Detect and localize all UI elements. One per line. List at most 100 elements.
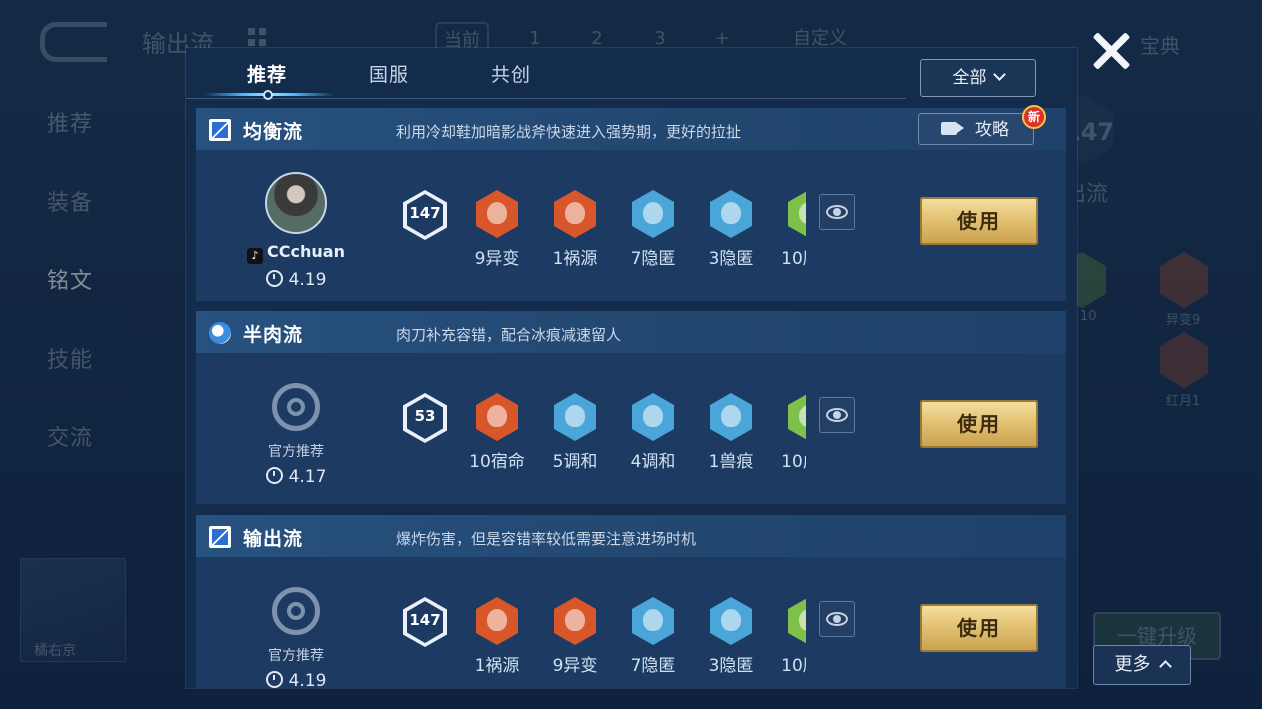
rune-item[interactable]: 10鹰眼 bbox=[770, 595, 806, 675]
rune-icon bbox=[476, 597, 518, 645]
official-recommend-icon bbox=[272, 587, 320, 635]
rune-label: 7隐匿 bbox=[630, 249, 676, 268]
rune-icon bbox=[710, 393, 752, 441]
version-number: 4.19 bbox=[288, 671, 327, 688]
rune-icon bbox=[710, 597, 752, 645]
clock-icon bbox=[265, 270, 283, 287]
rune-list: 10宿命 5调和 4调和 1兽痕 10虚空 bbox=[458, 391, 806, 471]
rune-item[interactable]: 7隐匿 bbox=[614, 595, 692, 675]
card-header: 均衡流 利用冷却鞋加暗影战斧快速进入强势期，更好的拉扯 攻略 新 bbox=[196, 105, 1066, 150]
author-info: 官方推荐 4.17 bbox=[236, 365, 356, 487]
official-recommend-icon bbox=[272, 383, 320, 431]
rune-label: 4调和 bbox=[630, 452, 676, 471]
version-number: 4.19 bbox=[288, 270, 327, 290]
rune-item[interactable]: 3隐匿 bbox=[692, 595, 770, 675]
rune-list: 1祸源 9异变 7隐匿 3隐匿 10鹰眼 bbox=[458, 595, 806, 675]
build-type-icon bbox=[209, 322, 231, 344]
tab-bar: 推荐 国服 共创 bbox=[186, 48, 906, 100]
build-recommend-modal: 推荐 国服 共创 全部 均衡流 利用冷却鞋加暗影战斧快速进入强势期，更好的拉扯 … bbox=[186, 48, 1077, 688]
active-tab-dot bbox=[263, 90, 273, 100]
rune-icon bbox=[788, 597, 806, 645]
version-row: 4.19 bbox=[236, 270, 356, 290]
rune-item[interactable]: 10宿命 bbox=[458, 391, 536, 471]
rune-label: 1兽痕 bbox=[708, 452, 754, 471]
rune-item[interactable]: 9异变 bbox=[458, 188, 536, 268]
rune-icon bbox=[554, 393, 596, 441]
rune-item[interactable]: 1祸源 bbox=[536, 188, 614, 268]
preview-eye-icon[interactable] bbox=[819, 194, 855, 230]
tiktok-icon: ♪ bbox=[247, 248, 264, 264]
preview-eye-icon[interactable] bbox=[819, 601, 855, 637]
card-header: 输出流 爆炸伤害，但是容错率较低需要注意进场时机 bbox=[196, 515, 1066, 557]
tab-co-create[interactable]: 共创 bbox=[491, 60, 531, 87]
filter-dropdown[interactable]: 全部 bbox=[920, 59, 1036, 97]
rune-item[interactable]: 1兽痕 bbox=[692, 391, 770, 471]
rune-icon bbox=[554, 190, 596, 238]
inscription-level: 53 bbox=[414, 407, 436, 425]
rune-item[interactable]: 10虚空 bbox=[770, 391, 806, 471]
clock-icon bbox=[265, 467, 283, 484]
chevron-up-icon bbox=[1158, 660, 1172, 673]
rune-icon bbox=[476, 190, 518, 238]
rune-label: 5调和 bbox=[552, 452, 598, 471]
rune-icon bbox=[788, 393, 806, 441]
build-name: 半肉流 bbox=[243, 324, 304, 346]
use-button[interactable]: 使用 bbox=[920, 197, 1038, 245]
rune-icon bbox=[476, 393, 518, 441]
rune-icon bbox=[632, 190, 674, 238]
official-label: 官方推荐 bbox=[268, 444, 324, 460]
rune-item[interactable]: 7隐匿 bbox=[614, 188, 692, 268]
use-button[interactable]: 使用 bbox=[920, 400, 1038, 448]
rune-label: 3隐匿 bbox=[708, 249, 754, 268]
rune-item[interactable]: 4调和 bbox=[614, 391, 692, 471]
author-info: 官方推荐 4.19 bbox=[236, 569, 356, 688]
version-row: 4.19 bbox=[236, 671, 356, 688]
more-label: 更多 bbox=[1114, 654, 1151, 675]
rune-icon bbox=[554, 597, 596, 645]
rune-label: 1祸源 bbox=[474, 656, 520, 675]
rune-label: 9异变 bbox=[552, 656, 598, 675]
author-info: ♪ CCchuan 4.19 bbox=[236, 162, 356, 290]
more-button[interactable]: 更多 bbox=[1093, 645, 1191, 685]
preview-eye-icon[interactable] bbox=[819, 397, 855, 433]
rune-label: 3隐匿 bbox=[708, 656, 754, 675]
build-card: 输出流 爆炸伤害，但是容错率较低需要注意进场时机 官方推荐 4.19 147 1… bbox=[196, 515, 1066, 688]
version-row: 4.17 bbox=[236, 467, 356, 487]
rune-item[interactable]: 3隐匿 bbox=[692, 188, 770, 268]
rune-label: 10虚空 bbox=[781, 452, 806, 471]
inscription-level: 147 bbox=[409, 611, 441, 629]
rune-icon bbox=[632, 597, 674, 645]
new-badge: 新 bbox=[1022, 105, 1046, 129]
inscription-level: 147 bbox=[409, 204, 441, 222]
rune-icon bbox=[632, 393, 674, 441]
rune-item[interactable]: 5调和 bbox=[536, 391, 614, 471]
tab-national-server[interactable]: 国服 bbox=[369, 60, 409, 87]
close-icon[interactable] bbox=[1090, 30, 1132, 72]
build-name: 输出流 bbox=[243, 528, 304, 550]
rune-label: 1祸源 bbox=[552, 249, 598, 268]
card-header: 半肉流 肉刀补充容错，配合冰痕减速留人 bbox=[196, 311, 1066, 353]
build-description: 肉刀补充容错，配合冰痕减速留人 bbox=[396, 326, 622, 344]
rune-item[interactable]: 1祸源 bbox=[458, 595, 536, 675]
guide-button[interactable]: 攻略 bbox=[918, 113, 1034, 145]
build-name: 均衡流 bbox=[243, 121, 304, 143]
rune-label: 9异变 bbox=[474, 249, 520, 268]
author-name: CCchuan bbox=[267, 242, 345, 261]
version-number: 4.17 bbox=[288, 467, 327, 487]
author-avatar[interactable] bbox=[265, 172, 327, 234]
build-description: 爆炸伤害，但是容错率较低需要注意进场时机 bbox=[396, 530, 697, 548]
rune-icon bbox=[710, 190, 752, 238]
filter-label: 全部 bbox=[952, 68, 987, 88]
rune-icon bbox=[788, 190, 806, 238]
official-label: 官方推荐 bbox=[268, 648, 324, 664]
rune-item[interactable]: 10鹰眼 bbox=[770, 188, 806, 268]
rune-list: 9异变 1祸源 7隐匿 3隐匿 10鹰眼 bbox=[458, 188, 806, 268]
video-icon bbox=[941, 122, 957, 135]
author-name-row: ♪ CCchuan bbox=[236, 242, 356, 264]
build-type-icon bbox=[209, 119, 231, 141]
rune-label: 10宿命 bbox=[469, 452, 525, 471]
rune-item[interactable]: 9异变 bbox=[536, 595, 614, 675]
use-button[interactable]: 使用 bbox=[920, 604, 1038, 652]
tab-recommend[interactable]: 推荐 bbox=[247, 60, 287, 87]
build-card: 均衡流 利用冷却鞋加暗影战斧快速进入强势期，更好的拉扯 攻略 新 ♪ CCchua… bbox=[196, 105, 1066, 301]
